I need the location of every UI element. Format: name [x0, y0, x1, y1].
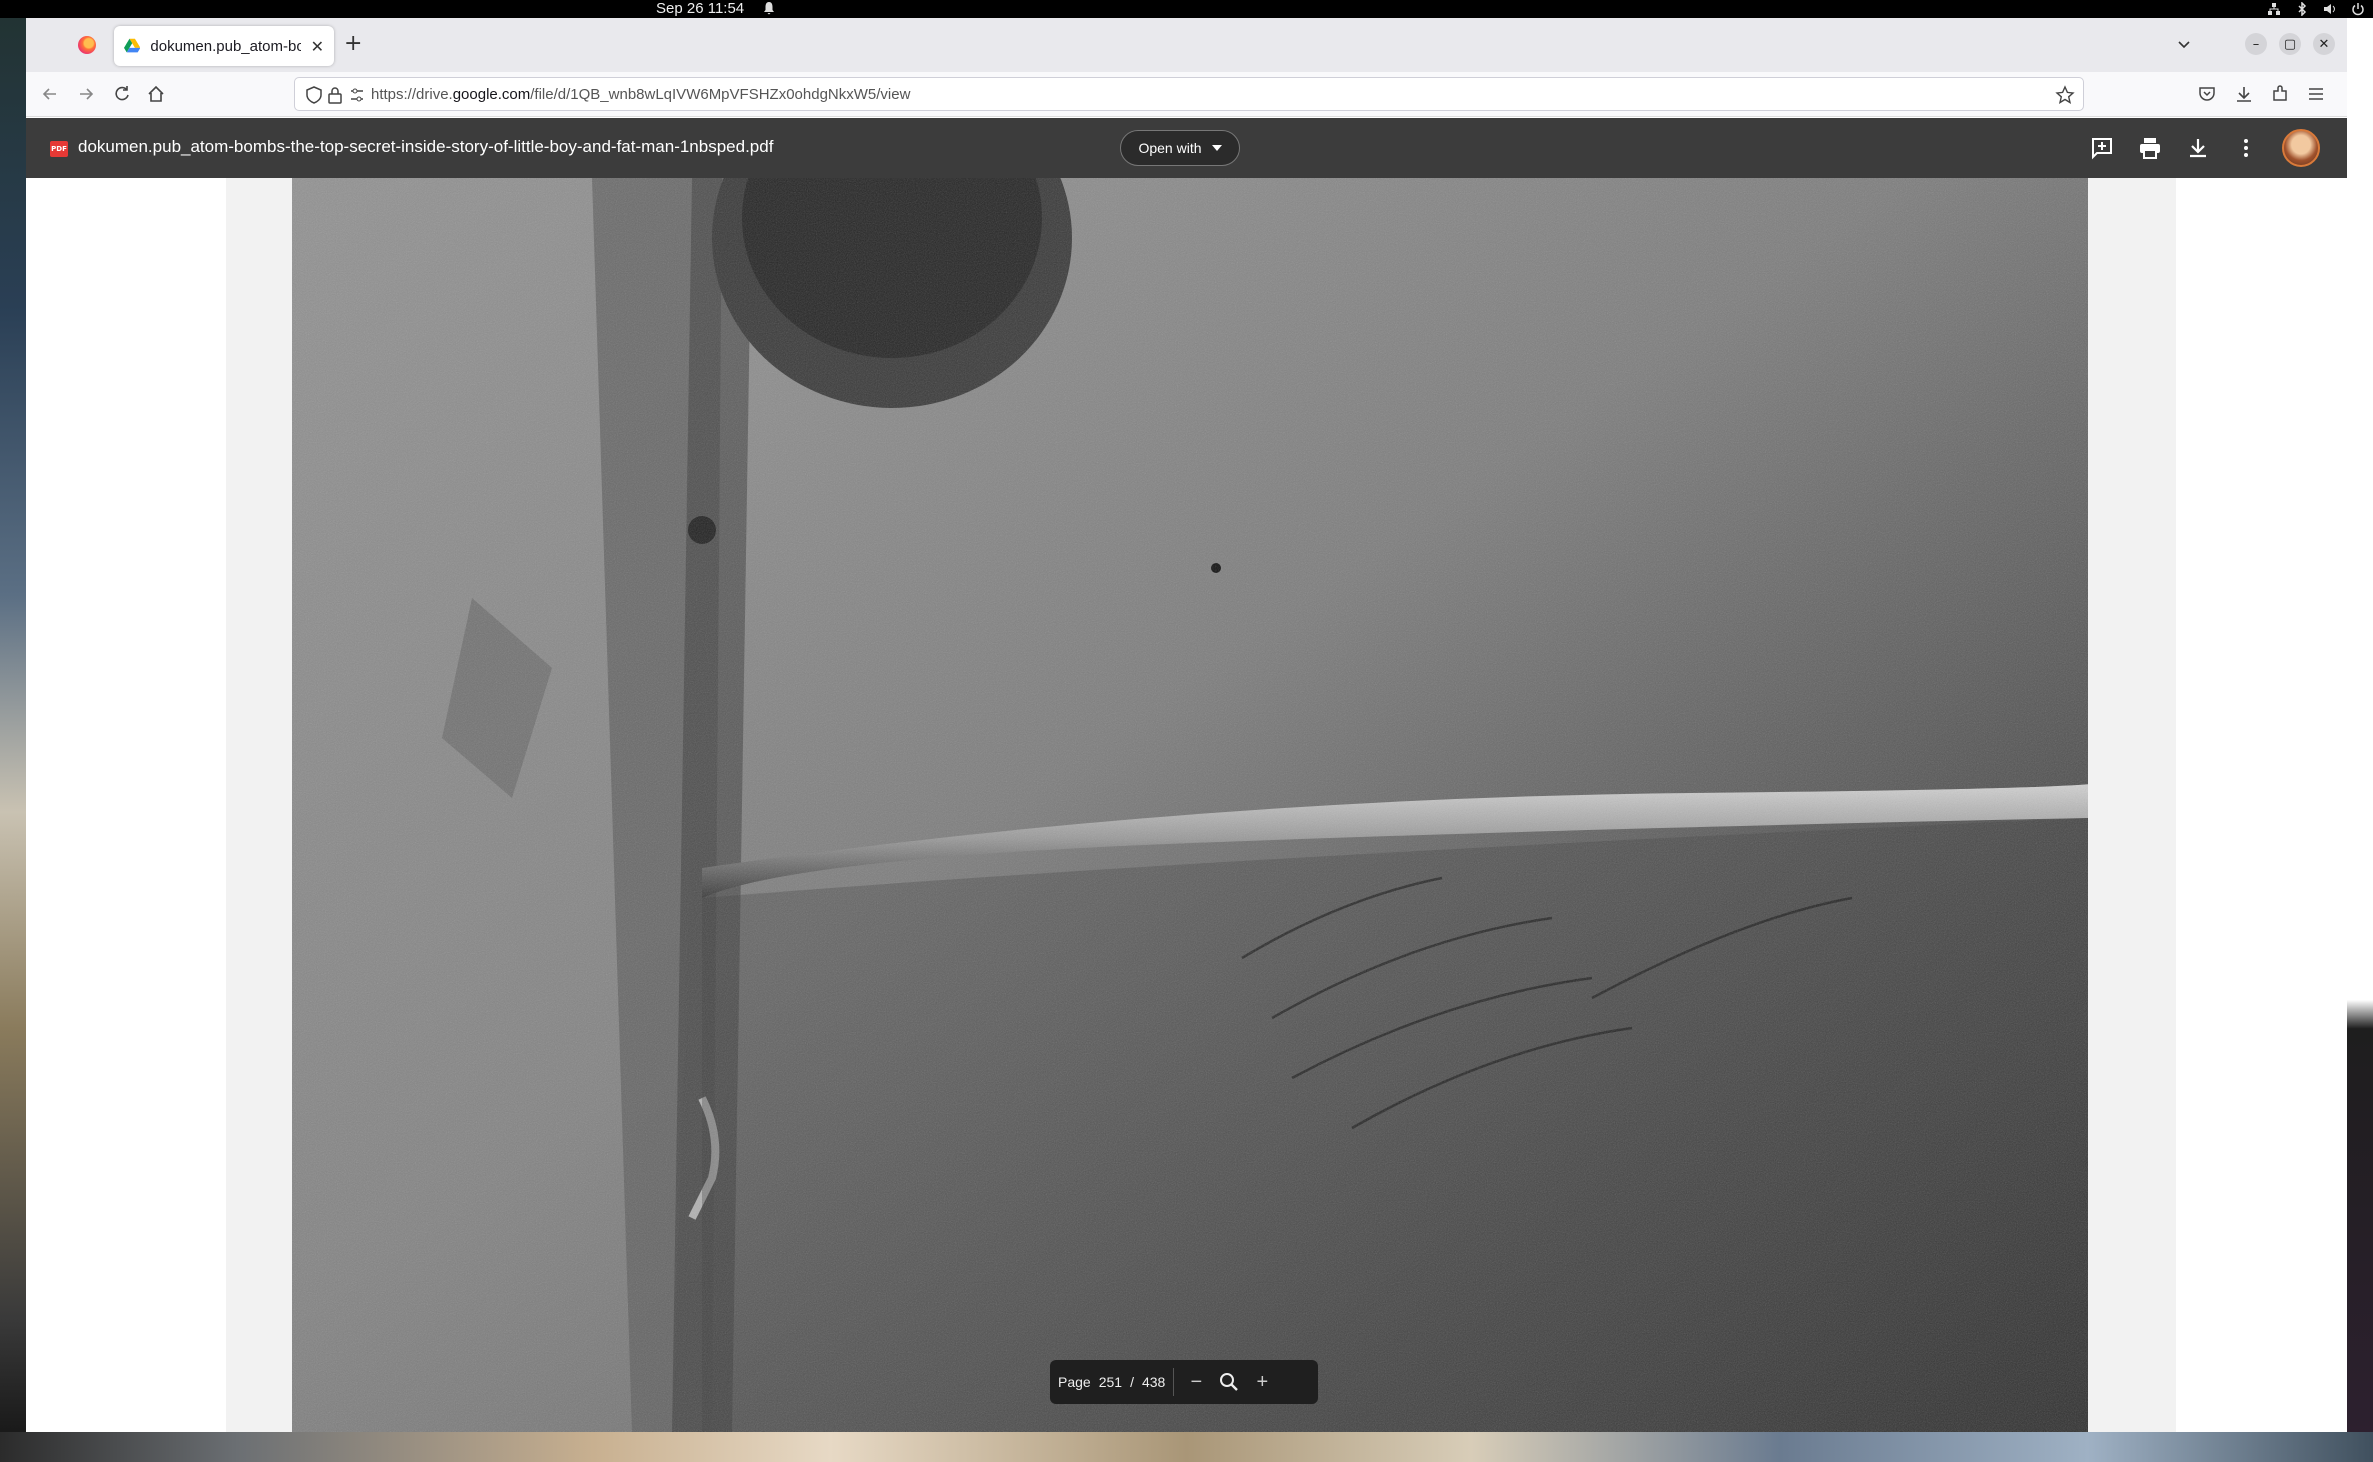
permissions-icon[interactable]: [349, 87, 365, 103]
desktop-background-left: [0, 18, 26, 1462]
bomb-casing-photograph: [292, 178, 2088, 1432]
network-icon: [2268, 3, 2280, 15]
bluetooth-icon: [2298, 2, 2307, 16]
hamburger-menu-icon[interactable]: [2306, 84, 2326, 104]
pocket-icon[interactable]: [2197, 84, 2217, 104]
os-top-bar: Sep 26 11:54: [0, 0, 2373, 18]
page-navigation-bar: Page 251 / 438 − +: [1050, 1360, 1318, 1404]
page-label: Page: [1058, 1374, 1091, 1390]
maximize-button[interactable]: ▢: [2279, 33, 2301, 55]
pdf-page-area[interactable]: [26, 178, 2347, 1432]
system-tray[interactable]: [2267, 0, 2365, 18]
tab-title: dokumen.pub_atom-bom: [150, 37, 301, 55]
firefox-view-icon[interactable]: [78, 36, 96, 54]
os-clock[interactable]: Sep 26 11:54: [656, 0, 744, 18]
open-with-label: Open with: [1138, 140, 1202, 156]
current-page-number[interactable]: 251: [1099, 1374, 1122, 1390]
page-separator: /: [1130, 1374, 1134, 1390]
new-tab-button[interactable]: +: [344, 32, 362, 56]
open-with-button[interactable]: Open with: [1120, 130, 1240, 166]
tab-strip: dokumen.pub_atom-bom ✕ + – ▢ ✕: [26, 18, 2347, 72]
print-icon[interactable]: [2138, 136, 2162, 160]
viewer-header: PDF dokumen.pub_atom-bombs-the-top-secre…: [26, 118, 2347, 178]
notification-bell-icon: [764, 2, 774, 15]
browser-window: dokumen.pub_atom-bom ✕ + – ▢ ✕ https://d…: [26, 18, 2347, 1432]
pdf-file-icon: PDF: [50, 141, 68, 157]
zoom-magnifier-icon[interactable]: [1218, 1371, 1240, 1393]
lock-icon[interactable]: [327, 86, 343, 104]
extensions-icon[interactable]: [2270, 84, 2290, 104]
chevron-down-icon[interactable]: [2174, 34, 2194, 54]
pdf-page-photo: [292, 178, 2088, 1432]
close-window-button[interactable]: ✕: [2313, 33, 2335, 55]
add-comment-icon[interactable]: [2090, 136, 2114, 160]
desktop-background-bottom: [0, 1432, 2373, 1462]
address-bar[interactable]: https://drive.google.com/file/d/1QB_wnb8…: [294, 77, 2084, 111]
more-options-icon[interactable]: [2234, 136, 2258, 160]
shield-icon[interactable]: [305, 86, 323, 104]
file-name: dokumen.pub_atom-bombs-the-top-secret-in…: [78, 137, 774, 156]
forward-arrow-icon[interactable]: [76, 84, 96, 104]
tab-active[interactable]: dokumen.pub_atom-bom ✕: [114, 26, 334, 66]
home-icon[interactable]: [146, 84, 166, 104]
url-text[interactable]: https://drive.google.com/file/d/1QB_wnb8…: [371, 86, 910, 103]
drive-pdf-viewer: PDF dokumen.pub_atom-bombs-the-top-secre…: [26, 118, 2347, 1432]
divider: [1173, 1368, 1175, 1396]
minimize-button[interactable]: –: [2245, 33, 2267, 55]
total-pages: 438: [1141, 1374, 1166, 1390]
desktop-background-right: [2347, 18, 2373, 1462]
google-drive-icon: [124, 38, 141, 53]
back-arrow-icon[interactable]: [40, 84, 60, 104]
zoom-out-button[interactable]: −: [1182, 1371, 1210, 1394]
bookmark-star-icon[interactable]: [2055, 85, 2075, 105]
download-icon[interactable]: [2186, 136, 2210, 160]
volume-icon: [2324, 4, 2335, 14]
account-avatar[interactable]: [2282, 129, 2320, 167]
zoom-in-button[interactable]: +: [1248, 1371, 1276, 1394]
tab-close-button[interactable]: ✕: [311, 37, 324, 56]
navigation-toolbar: https://drive.google.com/file/d/1QB_wnb8…: [26, 72, 2347, 117]
reload-icon[interactable]: [112, 84, 132, 104]
downloads-icon[interactable]: [2234, 84, 2254, 104]
power-icon: [2352, 3, 2364, 16]
caret-down-icon: [1211, 145, 1222, 151]
